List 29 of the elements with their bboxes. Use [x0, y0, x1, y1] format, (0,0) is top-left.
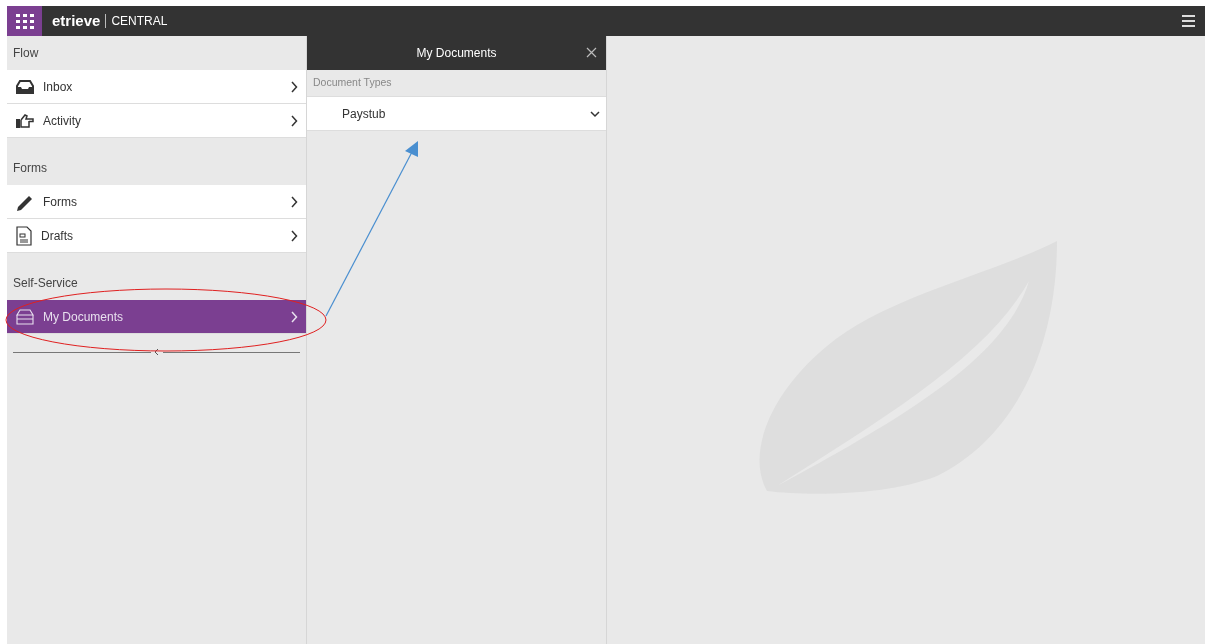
document-icon: [15, 225, 33, 246]
close-icon: [586, 47, 597, 58]
product-name: CENTRAL: [111, 13, 168, 30]
apps-button[interactable]: [7, 6, 42, 36]
chevron-right-icon: [290, 195, 298, 208]
chevron-right-icon: [290, 80, 298, 93]
chevron-right-icon: [290, 310, 298, 323]
sidebar-item[interactable]: Inbox: [7, 70, 306, 104]
chevron-down-icon: [590, 109, 600, 118]
chevron-right-icon: [290, 114, 298, 127]
section-heading: Self-Service: [12, 275, 79, 292]
menu-icon: [1182, 15, 1195, 27]
close-button[interactable]: [586, 47, 597, 58]
document-type-row[interactable]: Paystub: [307, 97, 606, 131]
grid-icon: [15, 13, 34, 29]
stacked-trays-icon: [15, 308, 35, 325]
sidebar-item[interactable]: Drafts: [7, 219, 306, 253]
section-heading: Flow: [12, 45, 40, 62]
sidebar-item[interactable]: My Documents: [7, 300, 306, 334]
panel-title: My Documents: [416, 45, 497, 62]
sidebar-item[interactable]: Forms: [7, 185, 306, 219]
hand-pointing-icon: [15, 112, 35, 129]
sidebar-item[interactable]: Activity: [7, 104, 306, 138]
brand-logo: etrieve: [52, 10, 101, 31]
inbox-icon: [15, 78, 35, 95]
menu-button[interactable]: [1182, 15, 1195, 27]
collapse-icon[interactable]: [152, 348, 161, 356]
chevron-right-icon: [290, 229, 298, 242]
section-heading: Forms: [12, 160, 48, 177]
